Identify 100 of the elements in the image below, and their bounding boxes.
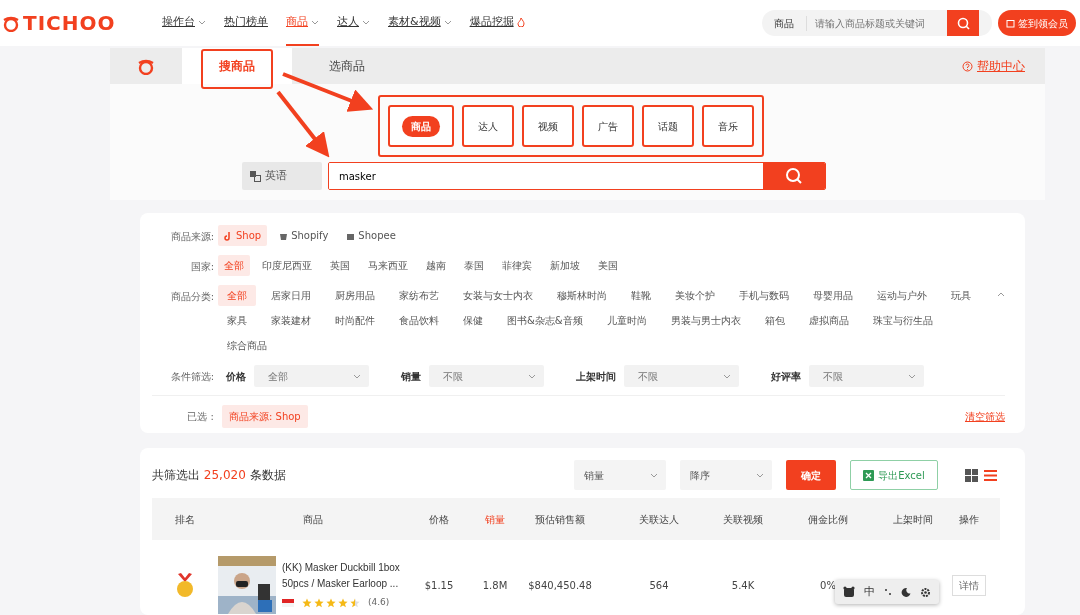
filter-option[interactable]: 综合商品 xyxy=(218,335,276,356)
flame-icon xyxy=(516,17,525,27)
annotation-frame xyxy=(201,49,273,89)
filter-option[interactable]: 珠宝与衍生品 xyxy=(863,310,942,331)
filter-option[interactable]: 马来西亚 xyxy=(362,255,414,276)
bear-icon xyxy=(843,586,855,598)
column-header[interactable]: 关联视频 xyxy=(718,498,768,540)
column-header[interactable]: 排名 xyxy=(152,498,218,540)
filter-option[interactable]: 穆斯林时尚 xyxy=(548,285,616,306)
filter-option[interactable]: Shopee xyxy=(340,225,402,246)
filter-option[interactable]: 保健 xyxy=(454,310,492,331)
column-header[interactable]: 商品 xyxy=(218,498,408,540)
tab[interactable]: 搜商品 xyxy=(182,48,292,84)
caret-icon xyxy=(756,471,764,479)
search-button[interactable] xyxy=(763,163,825,189)
help-icon xyxy=(962,60,973,72)
filter-label: 上架时间 xyxy=(576,370,616,384)
flag-icon xyxy=(282,599,294,607)
filter-option[interactable]: 菲律宾 xyxy=(496,255,538,276)
filter-option[interactable]: 儿童时尚 xyxy=(597,310,656,331)
result-count: 共筛选出 25,020 条数据 xyxy=(152,467,286,484)
filter-option[interactable]: 食品饮料 xyxy=(390,310,448,331)
nav-item[interactable]: 素材&视频 xyxy=(388,0,452,46)
column-header[interactable]: 上架时间 xyxy=(888,498,938,540)
filter-option[interactable]: 厨房用品 xyxy=(326,285,384,306)
language-select[interactable]: 英语 xyxy=(242,162,322,190)
filter-option[interactable]: 居家日用 xyxy=(262,285,320,306)
type-button[interactable]: 商品 xyxy=(388,105,454,147)
filter-option[interactable]: 越南 xyxy=(420,255,452,276)
filter-option[interactable]: 美妆个护 xyxy=(666,285,724,306)
list-view-button[interactable] xyxy=(981,468,1000,482)
table-cell-text: 5.4K xyxy=(731,578,755,593)
type-button[interactable]: 音乐 xyxy=(702,105,754,147)
column-header[interactable]: 关联达人 xyxy=(600,498,718,540)
filter-option[interactable]: 新加坡 xyxy=(544,255,586,276)
nav-item[interactable]: 商品 xyxy=(286,0,319,46)
input-mode-toggle[interactable]: 中 xyxy=(864,583,875,601)
filter-select[interactable]: 不限 xyxy=(624,365,739,387)
filter-option[interactable]: 虚拟商品 xyxy=(799,310,858,331)
search-field[interactable]: 商品 请输入商品标题或关键词 xyxy=(762,10,992,36)
sort-select[interactable]: 降序 xyxy=(680,460,772,490)
tab[interactable]: 选商品 xyxy=(292,48,402,84)
search-field[interactable]: masker xyxy=(328,162,826,190)
filter-option[interactable]: 女装与女士内衣 xyxy=(454,285,542,306)
member-button[interactable]: 签到领会员 xyxy=(998,10,1076,36)
filter-option[interactable]: 家纺布艺 xyxy=(390,285,448,306)
logo-icon xyxy=(137,57,155,75)
scope-select[interactable]: 商品 xyxy=(762,15,807,31)
caret-icon xyxy=(311,18,319,26)
filter-option[interactable]: 时尚配件 xyxy=(326,310,384,331)
table-cell-text: 0% xyxy=(820,578,836,593)
type-button[interactable]: 视频 xyxy=(522,105,574,147)
filter-option[interactable]: 印度尼西亚 xyxy=(256,255,318,276)
spreadsheet-icon xyxy=(863,469,875,481)
filter-option[interactable]: 玩具 xyxy=(942,285,980,306)
filter-option[interactable]: 手机与数码 xyxy=(730,285,798,306)
filter-option[interactable]: 运动与户外 xyxy=(868,285,936,306)
filter-option[interactable]: 男装与男士内衣 xyxy=(661,310,750,331)
medal-icon xyxy=(175,572,195,598)
filter-option[interactable]: 图书&杂志&音频 xyxy=(498,310,592,331)
filter-option[interactable]: 家装建材 xyxy=(262,310,320,331)
type-button[interactable]: 话题 xyxy=(642,105,694,147)
search-icon xyxy=(785,167,803,185)
nav-item[interactable]: 达人 xyxy=(337,0,370,46)
translate-icon xyxy=(250,170,261,182)
filter-label: 商品分类: xyxy=(169,290,214,304)
nav-item[interactable]: 爆品挖掘 xyxy=(469,0,525,46)
confirm-button[interactable]: 确定 xyxy=(786,460,836,490)
grid-view-button[interactable] xyxy=(962,468,981,482)
filter-option[interactable]: 母婴用品 xyxy=(804,285,862,306)
column-header[interactable]: 销量 xyxy=(470,498,520,540)
caret-icon xyxy=(908,372,916,380)
sort-select[interactable]: 销量 xyxy=(574,460,666,490)
filter-select[interactable]: 不限 xyxy=(809,365,924,387)
clear-filters-link[interactable]: 清空筛选 xyxy=(965,405,1005,424)
filter-option[interactable]: Shopify xyxy=(273,225,335,246)
details-button[interactable]: 详情 xyxy=(952,574,986,596)
column-header[interactable]: 操作 xyxy=(938,498,1000,540)
export-button[interactable]: 导出Excel xyxy=(850,460,938,490)
caret-icon xyxy=(353,372,361,380)
filter-option[interactable]: 美国 xyxy=(592,255,624,276)
nav-item[interactable]: 操作台 xyxy=(162,0,206,46)
filter-option[interactable]: 泰国 xyxy=(458,255,490,276)
filter-option[interactable]: 家具 xyxy=(218,310,256,331)
product-name[interactable]: (KK) Masker Duckbill 1box 50pcs / Masker Earloop ... xyxy=(282,560,408,593)
filter-option[interactable]: 鞋靴 xyxy=(622,285,660,306)
type-button[interactable]: 达人 xyxy=(462,105,514,147)
column-header[interactable]: 价格 xyxy=(408,498,470,540)
search-button[interactable] xyxy=(947,10,979,36)
note-icon xyxy=(224,230,233,241)
filter-option[interactable]: 英国 xyxy=(324,255,356,276)
filter-option[interactable]: 箱包 xyxy=(755,310,794,331)
nav-item[interactable]: 热门榜单 xyxy=(224,0,268,46)
type-button[interactable]: 广告 xyxy=(582,105,634,147)
filter-label: 国家: xyxy=(189,260,214,274)
column-header[interactable]: 佣金比例 xyxy=(768,498,888,540)
column-header[interactable]: 预估销售额 xyxy=(520,498,600,540)
table-cell-text: $840,450.48 xyxy=(528,578,592,593)
filter-select[interactable]: 不限 xyxy=(429,365,544,387)
filter-select[interactable]: 全部 xyxy=(254,365,369,387)
